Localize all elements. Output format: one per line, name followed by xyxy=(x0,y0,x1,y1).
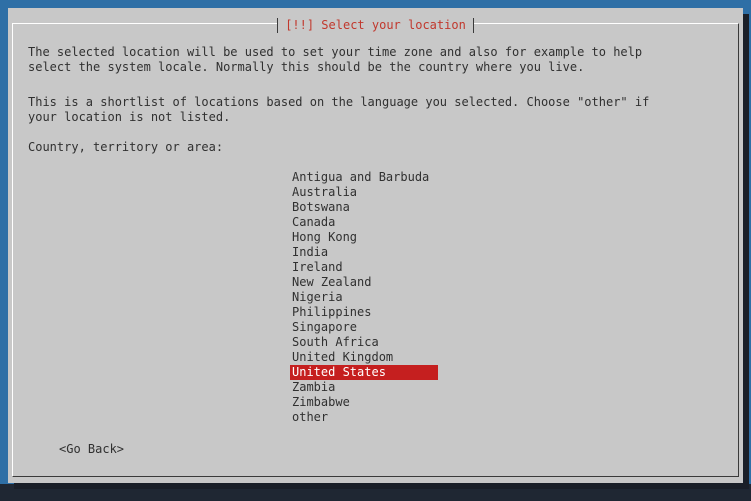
location-item[interactable]: Botswana xyxy=(290,200,438,215)
location-item[interactable]: Ireland xyxy=(290,260,438,275)
location-item[interactable]: India xyxy=(290,245,438,260)
select-location-dialog: [!!] Select your location The selected l… xyxy=(8,8,743,483)
location-item[interactable]: Antigua and Barbuda xyxy=(290,170,438,185)
location-list[interactable]: Antigua and Barbuda Australia Botswana C… xyxy=(290,170,438,425)
location-item-selected[interactable]: United States xyxy=(290,365,438,380)
location-item[interactable]: other xyxy=(290,410,438,425)
location-item[interactable]: Australia xyxy=(290,185,438,200)
location-item[interactable]: Nigeria xyxy=(290,290,438,305)
shortlist-line-2: your location is not listed. xyxy=(28,110,231,124)
country-prompt: Country, territory or area: xyxy=(28,140,224,154)
screen-bottom-band xyxy=(0,484,751,501)
location-item[interactable]: Zambia xyxy=(290,380,438,395)
location-item[interactable]: Canada xyxy=(290,215,438,230)
dialog-title-bar: [!!] Select your location xyxy=(8,16,743,33)
location-item[interactable]: Zimbabwe xyxy=(290,395,438,410)
description-line-1: The selected location will be used to se… xyxy=(28,45,643,59)
shortlist-line-1: This is a shortlist of locations based o… xyxy=(28,95,650,109)
location-item[interactable]: New Zealand xyxy=(290,275,438,290)
location-item[interactable]: Philippines xyxy=(290,305,438,320)
description-line-2: select the system locale. Normally this … xyxy=(28,60,585,74)
location-item[interactable]: Singapore xyxy=(290,320,438,335)
location-item[interactable]: Hong Kong xyxy=(290,230,438,245)
go-back-button[interactable]: <Go Back> xyxy=(59,442,124,457)
location-item[interactable]: South Africa xyxy=(290,335,438,350)
dialog-title: [!!] Select your location xyxy=(277,18,474,33)
location-item[interactable]: United Kingdom xyxy=(290,350,438,365)
